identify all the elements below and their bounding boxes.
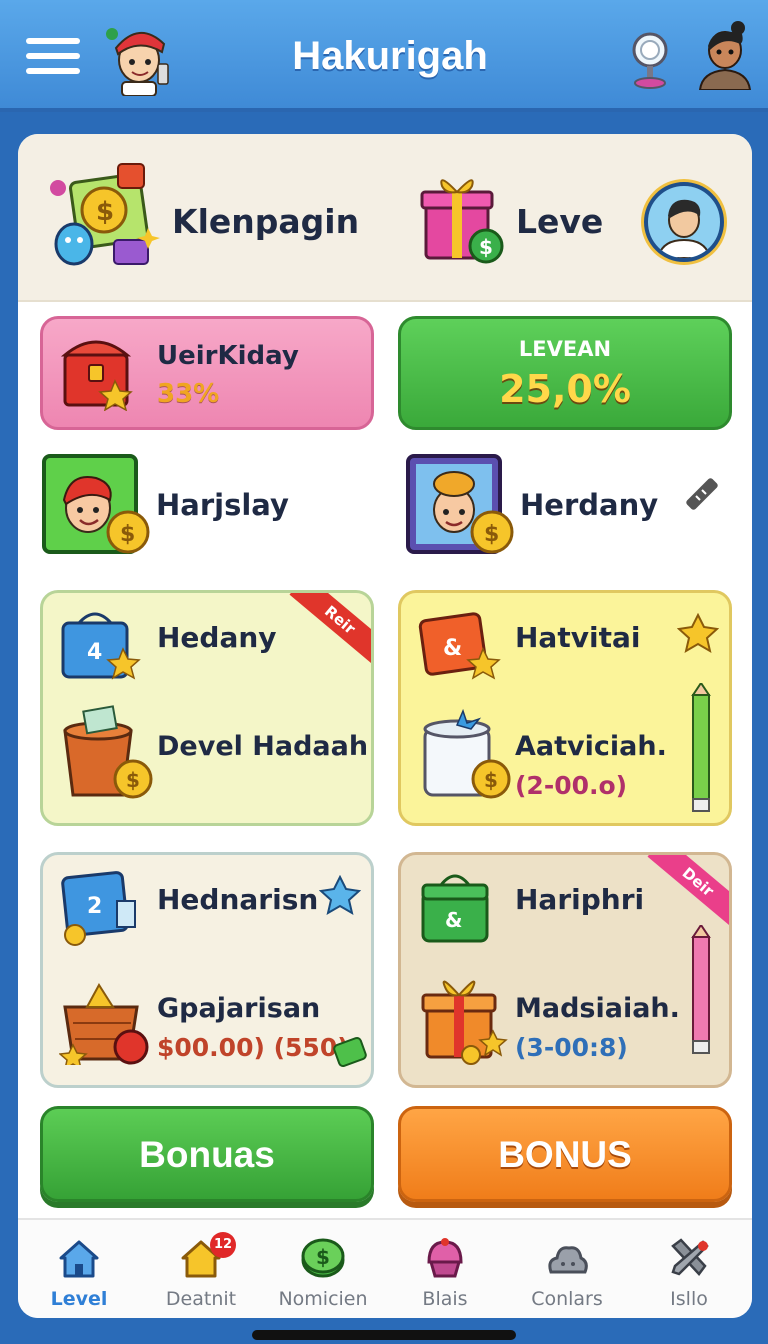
- treasure-chest-icon: [60, 340, 133, 411]
- pencil-icon: [691, 683, 711, 812]
- profile-avatar[interactable]: [644, 182, 724, 262]
- jar-icon: $: [423, 708, 511, 799]
- home-icon: [59, 1240, 99, 1278]
- pot-icon: $: [63, 705, 153, 799]
- nav-label: Isllo: [670, 1288, 708, 1310]
- card-title: Hariphri: [515, 883, 645, 916]
- user-avatar-icon[interactable]: [694, 20, 756, 90]
- svg-text:$: $: [484, 768, 498, 792]
- nav-label: Deatnit: [165, 1288, 237, 1310]
- stat-value-progress: 33%: [157, 379, 220, 409]
- stat-title-level: LEVEAN: [518, 337, 612, 361]
- collection-icon: $: [50, 163, 160, 266]
- svg-text:$: $: [479, 235, 493, 259]
- player-name: Herdany: [520, 488, 659, 522]
- svg-text:&: &: [445, 908, 462, 932]
- pencil-icon: [691, 925, 711, 1054]
- nav-item-conlars[interactable]: Conlars: [506, 1232, 628, 1316]
- star-icon[interactable]: [677, 613, 719, 655]
- stat-card-level[interactable]: LEVEAN 25,0%: [398, 316, 732, 430]
- ruler-icon[interactable]: [680, 472, 724, 516]
- home-indicator[interactable]: [252, 1330, 516, 1340]
- svg-text:4: 4: [87, 640, 102, 665]
- bottom-navigation: Level 12 Deatnit $ Nomicien Blais Conlar…: [18, 1218, 752, 1318]
- main-panel: $ Klenpagin $ Leve UeirKiday 33% LEVEAN …: [18, 134, 752, 1318]
- svg-text:&: &: [443, 636, 462, 661]
- svg-text:2: 2: [87, 894, 102, 919]
- sticker-icon: &: [418, 612, 501, 680]
- nav-item-blais[interactable]: Blais: [384, 1232, 506, 1316]
- app-header: Hakurigah: [0, 0, 768, 112]
- card-subtitle: Madsiaiah.: [515, 993, 680, 1024]
- svg-text:$: $: [316, 1245, 330, 1269]
- card-subtitle: Aatviciah.: [515, 731, 667, 762]
- shopping-basket-icon: &: [421, 874, 489, 943]
- gift-box-icon: $: [420, 179, 504, 264]
- svg-text:$: $: [120, 522, 135, 547]
- card-ribbon: Reir: [289, 593, 371, 666]
- tools-icon: [671, 1238, 709, 1276]
- nav-label: Blais: [422, 1288, 468, 1310]
- summary-strip: $ Klenpagin $ Leve: [18, 134, 752, 302]
- summary-label-collection: Klenpagin: [172, 202, 360, 241]
- coin-icon: $: [301, 1238, 345, 1278]
- item-card[interactable]: 2 Hednarisn Gpajarisan $00.00) (550): [40, 852, 374, 1088]
- nav-item-deatnit[interactable]: 12 Deatnit: [140, 1232, 262, 1316]
- card-title: Hednarisn: [157, 883, 319, 916]
- card-value: (2-00.o): [515, 771, 628, 800]
- item-card[interactable]: 4 Hedany $ Devel Hadaah Reir: [40, 590, 374, 826]
- player-portrait-icon: $: [42, 454, 150, 554]
- svg-text:$: $: [484, 522, 499, 547]
- mascot-avatar-icon[interactable]: [104, 20, 174, 96]
- card-ribbon: Deir: [647, 855, 729, 928]
- player-entry[interactable]: $ Harjslay: [40, 452, 374, 562]
- nav-label: Level: [50, 1288, 108, 1310]
- gift-box-icon: [421, 980, 508, 1065]
- card-subtitle: Gpajarisan: [157, 993, 321, 1024]
- cloud-icon: [548, 1246, 588, 1274]
- bag-icon: 4: [61, 612, 141, 680]
- item-card[interactable]: & Hariphri Madsiaiah. (3-00:8) Deir: [398, 852, 732, 1088]
- lamp-icon[interactable]: [626, 28, 674, 90]
- card-value: $00.00) (550): [157, 1033, 349, 1062]
- app-title: Hakurigah: [292, 34, 488, 78]
- summary-label-level: Leve: [516, 202, 604, 241]
- star-icon[interactable]: [319, 875, 361, 917]
- nav-label: Conlars: [531, 1288, 603, 1310]
- stat-title-progress: UeirKiday: [157, 341, 299, 371]
- card-value: (3-00:8): [515, 1033, 628, 1062]
- card-title: Hatvitai: [515, 621, 641, 654]
- player-entry[interactable]: $ Herdany: [404, 452, 744, 562]
- bonus-claim-button[interactable]: BONUS: [398, 1106, 732, 1202]
- basket-icon: [59, 983, 149, 1065]
- nav-item-nomicien[interactable]: $ Nomicien: [262, 1232, 384, 1316]
- svg-text:$: $: [96, 197, 114, 227]
- stat-value-level: 25,0%: [499, 367, 631, 411]
- book-icon: 2: [61, 871, 136, 946]
- player-portrait-icon: $: [406, 454, 514, 554]
- item-card[interactable]: & Hatvitai $ Aatviciah. (2-00.o): [398, 590, 732, 826]
- hamburger-menu-icon[interactable]: [26, 38, 80, 80]
- notification-badge: 12: [210, 1232, 236, 1258]
- nav-item-isllo[interactable]: Isllo: [628, 1232, 750, 1316]
- card-subtitle: Devel Hadaah: [157, 731, 369, 762]
- bonus-button[interactable]: Bonuas: [40, 1106, 374, 1202]
- nav-item-level[interactable]: Level: [18, 1232, 140, 1316]
- stat-card-progress[interactable]: UeirKiday 33%: [40, 316, 374, 430]
- cupcake-icon: [427, 1238, 463, 1278]
- nav-label: Nomicien: [278, 1288, 368, 1310]
- card-title: Hedany: [157, 621, 277, 654]
- cash-icon: [333, 1037, 367, 1067]
- player-name: Harjslay: [156, 488, 289, 522]
- profile-avatar-icon: [656, 199, 712, 258]
- svg-text:$: $: [126, 768, 140, 792]
